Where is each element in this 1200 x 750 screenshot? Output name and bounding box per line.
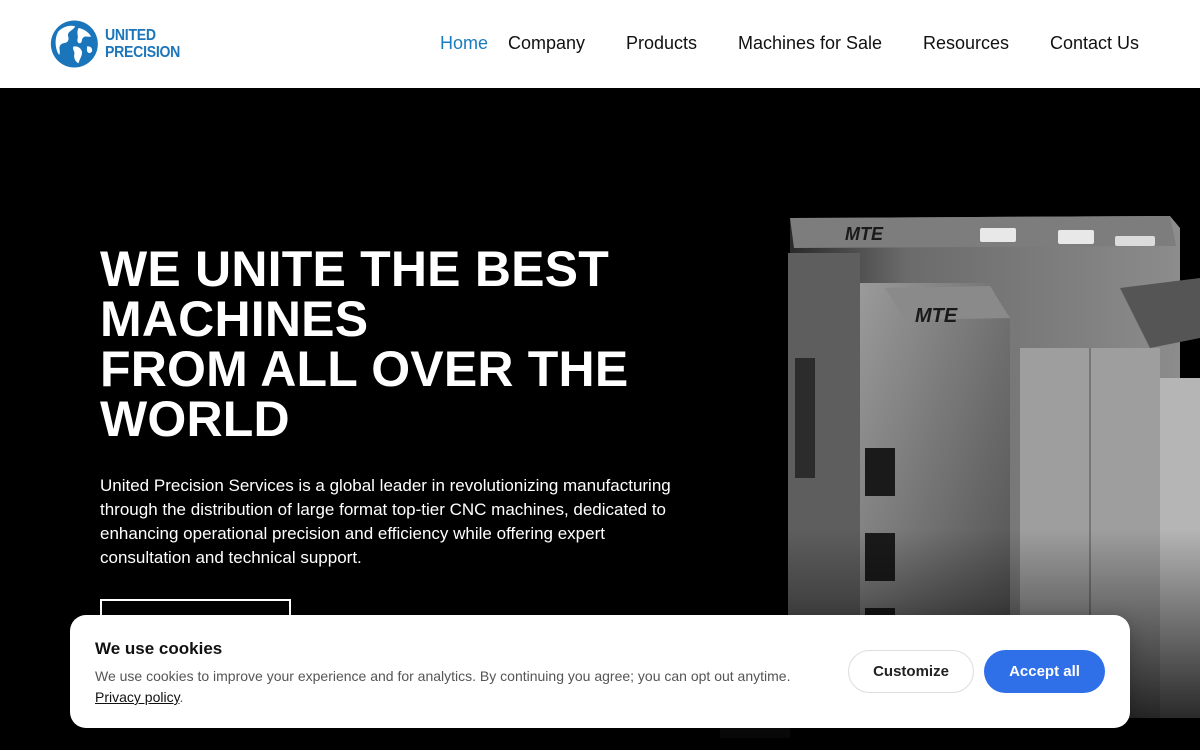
nav-home[interactable]: Home	[440, 33, 488, 54]
cookie-link-suffix: .	[179, 689, 184, 705]
site-header: UNITED PRECISION Home Company Products M…	[0, 0, 1200, 88]
hero-title-line-4: WORLD	[100, 391, 290, 447]
nav-products[interactable]: Products	[626, 33, 697, 54]
privacy-policy-link[interactable]: Privacy policy	[95, 689, 180, 705]
hero-title: WE UNITE THE BEST MACHINES FROM ALL OVER…	[100, 244, 740, 444]
nav-company[interactable]: Company	[508, 33, 585, 54]
cookie-message: We use cookies to improve your experienc…	[95, 666, 815, 708]
nav-resources[interactable]: Resources	[923, 33, 1009, 54]
cookie-banner: We use cookies We use cookies to improve…	[70, 615, 1130, 728]
hero-title-line-3: FROM ALL OVER THE	[100, 341, 629, 397]
hero-title-line-1: WE UNITE THE BEST	[100, 241, 609, 297]
cookie-text: We use cookies to improve your experienc…	[95, 668, 791, 684]
hero-description: United Precision Services is a global le…	[100, 476, 671, 567]
nav-machines-for-sale[interactable]: Machines for Sale	[738, 33, 882, 54]
accept-all-button[interactable]: Accept all	[984, 650, 1105, 693]
cookie-title: We use cookies	[95, 639, 223, 658]
main-nav: Home Company Products Machines for Sale …	[0, 0, 1200, 88]
machine-brand-mark-2: MTE	[915, 305, 958, 327]
hero-title-line-2: MACHINES	[100, 291, 369, 347]
nav-contact-us[interactable]: Contact Us	[1050, 33, 1139, 54]
machine-brand-mark: MTE	[845, 224, 884, 244]
customize-button[interactable]: Customize	[848, 650, 974, 693]
